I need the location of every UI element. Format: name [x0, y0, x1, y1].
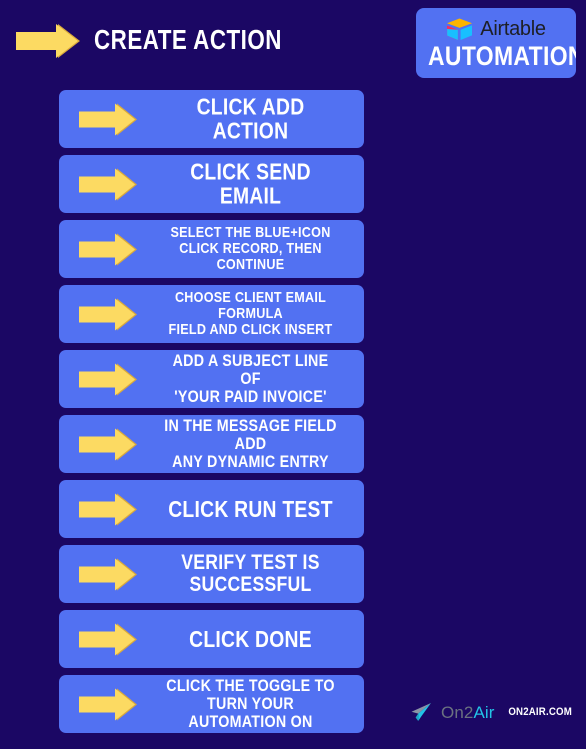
- arrow-right-icon: [79, 168, 137, 201]
- step-button[interactable]: CLICK RUN TEST: [59, 480, 364, 538]
- step-label-line: ADD A SUBJECT LINE OF: [172, 350, 329, 388]
- step-label: CLICK RUN TEST: [145, 495, 356, 522]
- step-label-line: 'YOUR PAID INVOICE': [174, 387, 327, 407]
- step-label-line: SELECT THE BLUE+ICON: [170, 224, 331, 242]
- step-label-line: CLICK RUN TEST: [168, 495, 333, 522]
- on2air-prefix: On2: [441, 702, 474, 722]
- arrow-right-icon: [79, 103, 137, 136]
- on2air-footer-brand: On2Air ON2AIR.COM: [410, 699, 576, 725]
- step-label: CLICK ADD ACTION: [145, 93, 356, 144]
- page-title: CREATE ACTION: [94, 24, 282, 55]
- step-label: SELECT THE BLUE+ICON CLICK RECORD, THEN C…: [145, 225, 356, 273]
- arrow-right-icon: [79, 688, 137, 721]
- step-label: CLICK THE TOGGLE TO TURN YOUR AUTOMATION …: [145, 675, 356, 732]
- arrow-right-icon: [79, 558, 137, 591]
- arrow-right-icon: [79, 363, 137, 396]
- on2air-wordmark: On2Air: [441, 703, 495, 722]
- step-label-line: IN THE MESSAGE FIELD ADD: [164, 415, 337, 453]
- step-button[interactable]: ADD A SUBJECT LINE OF 'YOUR PAID INVOICE': [59, 350, 364, 408]
- step-label-line: FIELD AND CLICK INSERT: [168, 320, 333, 338]
- step-button[interactable]: CLICK DONE: [59, 610, 364, 668]
- step-label-line: AUTOMATION ON: [188, 712, 313, 732]
- arrow-right-icon: [79, 493, 137, 526]
- step-button[interactable]: VERIFY TEST IS SUCCESSFUL: [59, 545, 364, 603]
- airtable-cube-icon: [447, 18, 473, 40]
- step-label: CLICK DONE: [145, 625, 356, 652]
- step-label-line: CHOOSE CLIENT EMAIL FORMULA: [174, 289, 327, 323]
- badge-subtitle: AUTOMATIONS: [428, 41, 576, 71]
- step-label: VERIFY TEST IS SUCCESSFUL: [145, 550, 356, 597]
- arrow-right-icon: [79, 298, 137, 331]
- step-label-line: ANY DYNAMIC ENTRY: [172, 452, 329, 472]
- step-button[interactable]: CLICK ADD ACTION: [59, 90, 364, 148]
- arrow-right-icon: [79, 428, 137, 461]
- airtable-automations-badge: Airtable AUTOMATIONS: [416, 8, 576, 78]
- step-label-line: VERIFY TEST IS SUCCESSFUL: [181, 550, 320, 596]
- on2air-suffix: Air: [473, 702, 495, 722]
- step-list: CLICK ADD ACTION CLICK SEND EMAIL SELECT T…: [59, 90, 364, 740]
- step-label-line: CLICK ADD ACTION: [196, 93, 305, 144]
- airtable-wordmark: Airtable: [480, 18, 546, 40]
- step-button[interactable]: CLICK SEND EMAIL: [59, 155, 364, 213]
- step-button[interactable]: IN THE MESSAGE FIELD ADD ANY DYNAMIC ENTR…: [59, 415, 364, 473]
- step-label-line: CLICK SEND EMAIL: [190, 158, 311, 209]
- step-button[interactable]: CHOOSE CLIENT EMAIL FORMULA FIELD AND CLI…: [59, 285, 364, 343]
- step-label-line: CLICK RECORD, THEN CONTINUE: [179, 240, 322, 273]
- step-label-line: CLICK THE TOGGLE TO TURN YOUR: [166, 675, 335, 713]
- arrow-right-icon: [16, 24, 80, 58]
- step-label: ADD A SUBJECT LINE OF 'YOUR PAID INVOICE': [145, 350, 356, 407]
- step-label-line: CLICK DONE: [189, 625, 312, 652]
- step-button[interactable]: SELECT THE BLUE+ICON CLICK RECORD, THEN C…: [59, 220, 364, 278]
- step-label: IN THE MESSAGE FIELD ADD ANY DYNAMIC ENTR…: [145, 415, 356, 472]
- paper-plane-icon: [411, 703, 431, 721]
- arrow-right-icon: [79, 623, 137, 656]
- step-label: CHOOSE CLIENT EMAIL FORMULA FIELD AND CLI…: [145, 290, 356, 338]
- arrow-right-icon: [79, 233, 137, 266]
- airtable-brand-row: Airtable: [416, 15, 576, 43]
- step-label: CLICK SEND EMAIL: [145, 158, 356, 209]
- on2air-url: ON2AIR.COM: [507, 705, 572, 718]
- step-button[interactable]: CLICK THE TOGGLE TO TURN YOUR AUTOMATION …: [59, 675, 364, 733]
